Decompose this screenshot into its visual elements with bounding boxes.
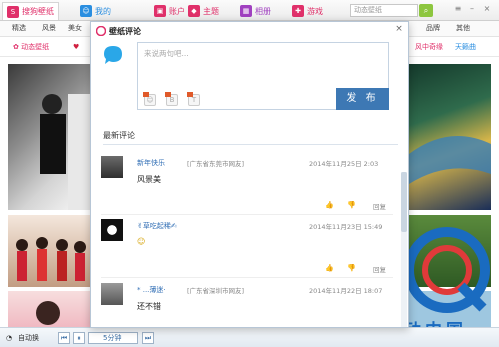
comment-author[interactable]: * ...薄迷·: [137, 285, 166, 295]
comment-input[interactable]: 来说两句吧...: [144, 48, 189, 59]
tab-label: 主题: [203, 6, 219, 16]
account-icon: ▣: [154, 5, 166, 17]
comment-time: 2014年11月22日 18:07: [309, 287, 383, 295]
category-brand[interactable]: 品牌: [426, 23, 440, 33]
window-close-icon[interactable]: ×: [481, 3, 493, 15]
filter-dynamic-label: 动态壁纸: [21, 43, 50, 51]
thumbs-up-icon[interactable]: 👍: [325, 264, 334, 272]
avatar[interactable]: [101, 283, 123, 305]
wallpaper-thumb[interactable]: [8, 291, 90, 327]
thumbs-down-icon[interactable]: 👎: [347, 264, 356, 272]
emoji-icon[interactable]: ☺: [143, 92, 156, 106]
comment-text: 风景美: [137, 175, 161, 184]
comment-item: ✌︎草吃起稀✍ 2014年11月23日 15:49 ☺ 👍 👎 回复: [101, 219, 393, 279]
wallpaper-image: [409, 136, 491, 184]
comment-item: * ...薄迷· [广东省深圳市网友] 2014年11月22日 18:07 还不…: [101, 283, 393, 327]
reply-link[interactable]: 回复: [373, 201, 386, 211]
comment-location: [广东省东莞市网友]: [187, 160, 245, 168]
tab-label: 账户: [169, 6, 185, 16]
prev-button[interactable]: ⏮: [58, 332, 70, 344]
comment-compose-box[interactable]: 来说两句吧... ☺ B T 发 布: [137, 42, 389, 110]
text-format-icon[interactable]: T: [187, 92, 200, 106]
tab-album[interactable]: ▦ 相册: [236, 2, 275, 20]
theme-icon: ◆: [188, 5, 200, 17]
wallpaper-image: [16, 237, 86, 281]
comment-time: 2014年11月23日 15:49: [309, 223, 383, 231]
user-icon: ☺: [80, 5, 92, 17]
avatar[interactable]: [101, 156, 123, 178]
wallpaper-thumb[interactable]: [8, 64, 90, 210]
auto-switch-label[interactable]: 自动换: [18, 332, 39, 344]
heart-icon[interactable]: ♥: [70, 41, 82, 53]
menu-icon[interactable]: ≡: [452, 3, 464, 15]
tab-theme[interactable]: ◆ 主题: [184, 2, 223, 20]
comment-author[interactable]: 新年快乐: [137, 158, 165, 168]
thumbs-down-icon[interactable]: 👎: [347, 201, 356, 209]
gamepad-icon: ✚: [292, 5, 304, 17]
filter-tag-2[interactable]: 天籁曲: [452, 41, 479, 53]
search-button[interactable]: ⌕: [419, 4, 433, 17]
comment-time: 2014年11月25日 2:03: [309, 160, 379, 168]
wallpaper-image: [40, 94, 90, 210]
comment-location: [广东省深圳市网友]: [187, 287, 245, 295]
divider: [101, 214, 393, 215]
tab-mine[interactable]: ☺ 我的: [76, 2, 115, 20]
tab-games[interactable]: ✚ 游戏: [288, 2, 327, 20]
category-other[interactable]: 其他: [456, 23, 470, 33]
pause-button[interactable]: ⏸: [73, 332, 85, 344]
sparkle-icon: ✿: [13, 43, 19, 51]
wallpaper-comment-dialog: 壁纸评论 × 来说两句吧... ☺ B T 发 布 最新评论 新年快乐 [广东省…: [90, 21, 409, 328]
dialog-close-icon[interactable]: ×: [394, 24, 404, 36]
album-icon: ▦: [240, 5, 252, 17]
search-input[interactable]: 动态壁纸: [350, 4, 418, 17]
bold-icon[interactable]: B: [165, 92, 178, 106]
wallpaper-thumb[interactable]: [8, 215, 90, 287]
avatar[interactable]: [101, 219, 123, 241]
top-tab-bar: S 搜狗壁纸 ☺ 我的 ▣ 账户 ◆ 主题 ▦ 相册 ✚ 游戏 动态壁纸 ⌕ ≡…: [0, 0, 499, 21]
comment-item: 新年快乐 [广东省东莞市网友] 2014年11月25日 2:03 风景美 👍 👎…: [101, 156, 393, 216]
dialog-header: 壁纸评论 ×: [91, 22, 408, 40]
tab-label: 我的: [95, 6, 111, 16]
search-icon: ⌕: [423, 6, 429, 15]
category-scenery[interactable]: 风景: [42, 23, 56, 33]
chat-bubble-icon: [104, 46, 122, 64]
category-featured[interactable]: 精选: [12, 23, 26, 33]
tab-label: 游戏: [307, 6, 323, 16]
sogou-logo-icon: S: [7, 5, 19, 18]
comment-text: 还不错: [137, 302, 161, 311]
divider: [103, 144, 398, 145]
comment-text: ☺: [137, 237, 146, 246]
reply-link[interactable]: 回复: [373, 264, 386, 274]
dialog-title: 壁纸评论: [109, 27, 141, 36]
publish-button[interactable]: 发 布: [336, 88, 389, 110]
tab-label: 相册: [255, 6, 271, 16]
tab-sogou-wallpaper[interactable]: S 搜狗壁纸: [2, 2, 59, 20]
wallpaper-thumb[interactable]: [409, 64, 491, 210]
filter-dynamic[interactable]: ✿ 动态壁纸: [10, 41, 52, 53]
latest-comments-heading: 最新评论: [103, 131, 135, 140]
scrollbar-thumb[interactable]: [401, 172, 407, 232]
brand-logo-icon: [404, 227, 490, 313]
wallpaper-image: [36, 301, 60, 325]
category-beauty[interactable]: 美女: [68, 23, 82, 33]
thumbs-up-icon[interactable]: 👍: [325, 201, 334, 209]
tab-label: 搜狗壁纸: [22, 7, 54, 16]
minimize-icon[interactable]: –: [466, 3, 478, 15]
sogou-logo-icon: [96, 26, 106, 36]
bottom-control-bar: ◔ 自动换 ⏮ ⏸ 5分钟 ⏭: [0, 327, 499, 347]
clock-icon: ◔: [6, 334, 13, 342]
divider: [101, 277, 393, 278]
comment-author[interactable]: ✌︎草吃起稀✍: [137, 221, 177, 231]
filter-tag-1[interactable]: 风中奇缘: [412, 41, 446, 53]
next-button[interactable]: ⏭: [142, 332, 154, 344]
speed-select[interactable]: 5分钟: [88, 332, 138, 344]
